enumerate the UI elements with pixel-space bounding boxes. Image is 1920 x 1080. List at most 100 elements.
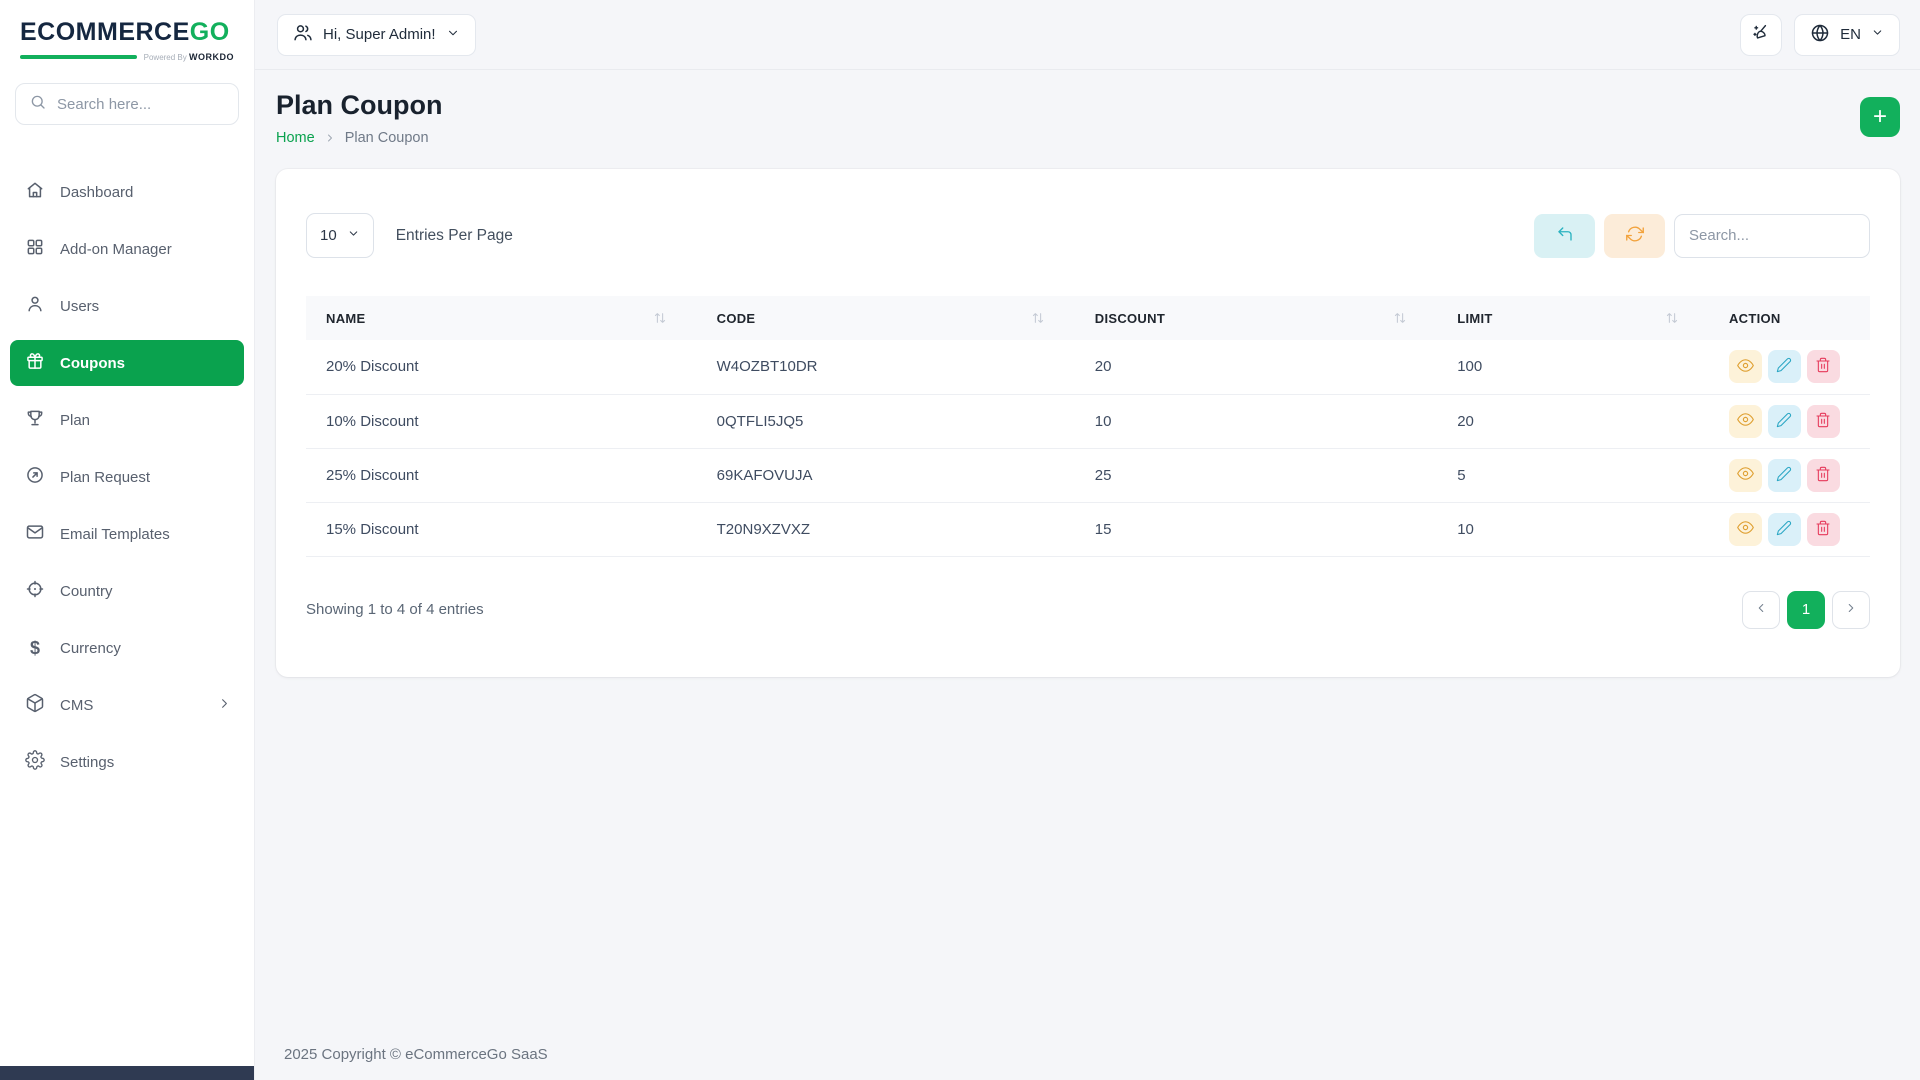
- user-icon: [25, 294, 45, 318]
- view-button[interactable]: [1729, 513, 1762, 546]
- table-search-input[interactable]: [1674, 214, 1870, 258]
- sidebar-item-email-templates[interactable]: Email Templates: [10, 511, 244, 557]
- cube-icon: [25, 693, 45, 717]
- entries-summary: Showing 1 to 4 of 4 entries: [306, 601, 484, 618]
- sidebar-item-plan[interactable]: Plan: [10, 397, 244, 443]
- gear-icon: [25, 750, 45, 774]
- edit-button[interactable]: [1768, 513, 1801, 546]
- chevron-right-icon: [1844, 601, 1858, 618]
- pencil-icon: [1776, 412, 1792, 431]
- sidebar-item-cms[interactable]: CMS: [10, 682, 244, 728]
- sort-icon: [1665, 311, 1679, 325]
- column-header-limit[interactable]: LIMIT: [1437, 296, 1709, 340]
- grid-icon: [25, 237, 45, 261]
- column-header-code[interactable]: CODE: [697, 296, 1075, 340]
- page-title: Plan Coupon: [276, 90, 442, 121]
- sort-icon: [1393, 311, 1407, 325]
- sidebar-item-users[interactable]: Users: [10, 283, 244, 329]
- search-icon: [29, 93, 47, 116]
- column-header-discount[interactable]: DISCOUNT: [1075, 296, 1437, 340]
- breadcrumb-home-link[interactable]: Home: [276, 130, 315, 146]
- sidebar-item-label: Users: [60, 298, 99, 315]
- delete-button[interactable]: [1807, 350, 1840, 383]
- coupon-table-card: 10 Entries Per Page: [276, 169, 1900, 677]
- delete-button[interactable]: [1807, 513, 1840, 546]
- sidebar-item-dashboard[interactable]: Dashboard: [10, 169, 244, 215]
- pagination-page-1[interactable]: 1: [1787, 591, 1825, 629]
- pencil-icon: [1776, 466, 1792, 485]
- sidebar-item-label: Settings: [60, 754, 114, 771]
- view-button[interactable]: [1729, 405, 1762, 438]
- sidebar-nav: Dashboard Add-on Manager Users Coupons P…: [0, 169, 254, 785]
- users-icon: [293, 23, 313, 47]
- cell-name: 25% Discount: [306, 448, 697, 502]
- globe-icon: [1810, 23, 1830, 47]
- column-header-name[interactable]: NAME: [306, 296, 697, 340]
- column-header-action: ACTION: [1709, 296, 1870, 340]
- pencil-icon: [1776, 520, 1792, 539]
- sidebar-search-input[interactable]: [57, 96, 256, 113]
- trash-icon: [1815, 520, 1831, 539]
- chevron-down-icon: [1871, 26, 1884, 43]
- sort-icon: [653, 311, 667, 325]
- add-coupon-button[interactable]: +: [1860, 97, 1900, 137]
- brand-logo[interactable]: ECOMMERCEGO Powered By WORKDO: [0, 0, 254, 62]
- sidebar-search: [15, 83, 239, 125]
- trash-icon: [1815, 357, 1831, 376]
- sidebar-item-coupons[interactable]: Coupons: [10, 340, 244, 386]
- user-menu-button[interactable]: Hi, Super Admin!: [277, 14, 476, 56]
- sidebar-item-label: Currency: [60, 640, 121, 657]
- view-button[interactable]: [1729, 459, 1762, 492]
- sidebar-item-label: Add-on Manager: [60, 241, 172, 258]
- sort-icon: [1031, 311, 1045, 325]
- entries-value: 10: [320, 227, 337, 244]
- edit-button[interactable]: [1768, 459, 1801, 492]
- undo-icon: [1556, 225, 1574, 246]
- sidebar-item-settings[interactable]: Settings: [10, 739, 244, 785]
- cell-code: W4OZBT10DR: [697, 340, 1075, 394]
- entries-per-page-select[interactable]: 10: [306, 213, 374, 258]
- brand-name-primary: ECOMMERCE: [20, 18, 190, 46]
- refresh-button[interactable]: [1604, 214, 1665, 258]
- powered-by-label: Powered By: [144, 53, 187, 62]
- mail-icon: [25, 522, 45, 546]
- sidebar-item-addon-manager[interactable]: Add-on Manager: [10, 226, 244, 272]
- edit-button[interactable]: [1768, 405, 1801, 438]
- cell-discount: 10: [1075, 394, 1437, 448]
- cell-limit: 10: [1437, 502, 1709, 556]
- sidebar-item-plan-request[interactable]: Plan Request: [10, 454, 244, 500]
- delete-button[interactable]: [1807, 405, 1840, 438]
- table-row: 25% Discount 69KAFOVUJA 25 5: [306, 448, 1870, 502]
- cell-limit: 20: [1437, 394, 1709, 448]
- language-code: EN: [1840, 26, 1861, 43]
- refresh-icon: [1626, 225, 1644, 246]
- sidebar-item-currency[interactable]: $ Currency: [10, 625, 244, 671]
- pagination-prev-button[interactable]: [1742, 591, 1780, 629]
- dollar-icon: $: [25, 638, 45, 659]
- cell-name: 10% Discount: [306, 394, 697, 448]
- sidebar-item-label: Plan: [60, 412, 90, 429]
- sidebar-item-label: CMS: [60, 697, 93, 714]
- language-selector[interactable]: EN: [1794, 14, 1900, 56]
- edit-button[interactable]: [1768, 350, 1801, 383]
- trash-icon: [1815, 466, 1831, 485]
- cell-name: 20% Discount: [306, 340, 697, 394]
- chevron-down-icon: [446, 26, 460, 44]
- reset-filter-button[interactable]: [1534, 214, 1595, 258]
- sidebar-item-label: Dashboard: [60, 184, 133, 201]
- coupon-table: NAME CODE DISCOUNT: [306, 296, 1870, 557]
- cell-code: 69KAFOVUJA: [697, 448, 1075, 502]
- clear-cache-button[interactable]: [1740, 14, 1782, 56]
- sidebar-item-country[interactable]: Country: [10, 568, 244, 614]
- eye-icon: [1737, 357, 1754, 377]
- chevron-left-icon: [1754, 601, 1768, 618]
- chevron-right-icon: [217, 696, 232, 715]
- pagination-next-button[interactable]: [1832, 591, 1870, 629]
- sidebar-item-label: Country: [60, 583, 113, 600]
- copyright-text: 2025 Copyright © eCommerceGo SaaS: [276, 1046, 1900, 1080]
- delete-button[interactable]: [1807, 459, 1840, 492]
- home-icon: [25, 180, 45, 204]
- eye-icon: [1737, 465, 1754, 485]
- breadcrumb-current: Plan Coupon: [345, 130, 429, 146]
- view-button[interactable]: [1729, 350, 1762, 383]
